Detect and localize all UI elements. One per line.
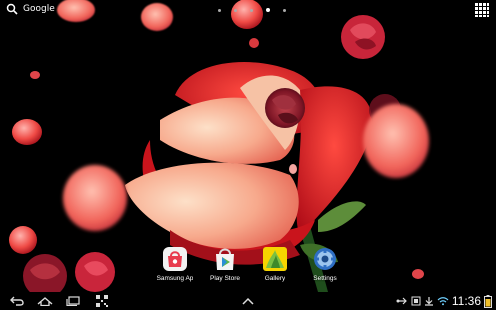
back-icon [10,296,24,306]
samsung-apps-icon [163,247,187,271]
search-icon [6,3,18,15]
usb-icon [396,297,407,305]
app-label: Settings [313,275,337,282]
page-dot-active[interactable] [266,8,270,12]
clock: 11:36 [451,294,481,308]
system-navigation-bar: 11:36 [0,292,496,310]
battery-icon [484,294,492,308]
page-dot[interactable] [250,8,253,12]
page-dot[interactable] [234,8,237,12]
app-label: Play Store [210,275,240,282]
small-dark-rose [265,88,305,128]
page-dot[interactable] [283,8,286,12]
screenshot-button[interactable] [94,294,110,308]
mini-apps-tray-button[interactable] [240,294,256,308]
app-settings[interactable]: Settings [300,246,350,282]
app-gallery[interactable]: Gallery [250,246,300,282]
chevron-up-icon [242,297,254,305]
qr-screenshot-icon [96,295,108,307]
rose-bottom-left [23,252,115,292]
rose-top-right [341,15,385,59]
settings-icon [314,248,336,270]
gallery-icon [263,247,287,271]
app-play-store[interactable]: Play Store [200,246,250,282]
google-search-bar[interactable]: Google [6,3,55,15]
recent-apps-icon [66,296,80,306]
app-samsung-apps[interactable]: Samsung Ap [150,246,200,282]
apps-grid-icon[interactable] [474,2,490,18]
page-indicator [218,8,286,12]
back-button[interactable] [8,294,26,308]
main-rose [125,62,373,265]
recent-apps-button[interactable] [64,294,82,308]
app-label: Gallery [264,275,286,282]
page-dot[interactable] [218,8,221,12]
app-dock: Samsung Ap Play Store Gallery Settings [150,246,350,282]
home-button[interactable] [36,294,54,308]
home-icon [37,297,53,306]
home-screen: Google Samsung Ap Play Store Gallery Set… [0,0,496,310]
app-label: Samsung Ap [156,275,194,282]
wifi-icon [437,297,449,306]
google-label: Google [23,4,55,14]
status-area[interactable]: 11:36 [396,293,492,309]
download-icon [424,297,433,306]
screenshot-notification-icon [411,296,421,306]
play-store-icon [216,248,234,270]
